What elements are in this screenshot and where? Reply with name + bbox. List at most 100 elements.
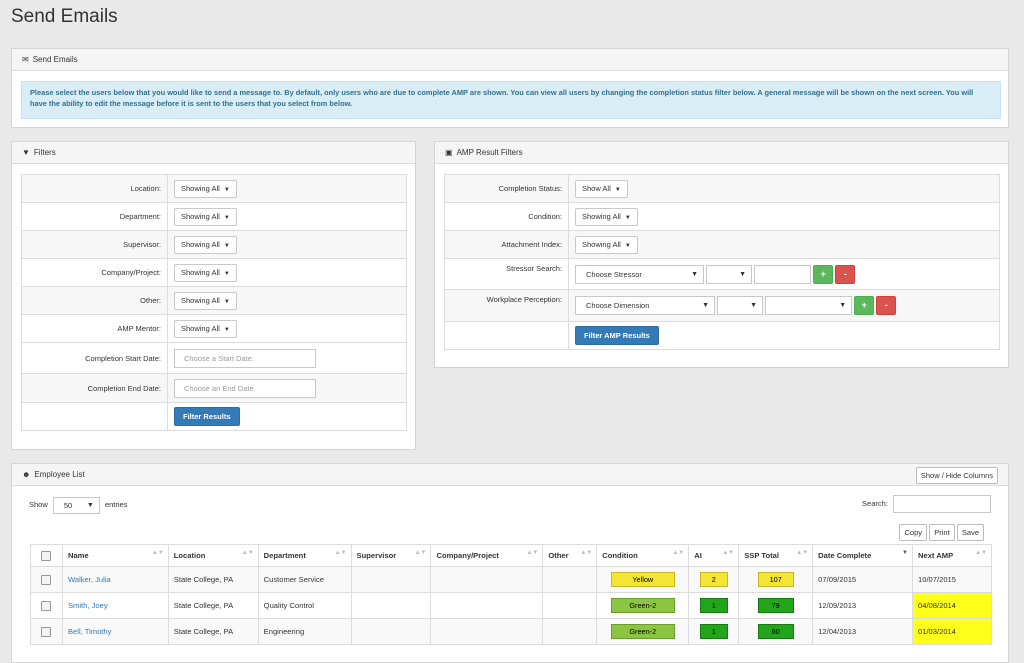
column-date-label: Date Complete <box>818 551 872 560</box>
stressor-select[interactable]: Choose Stressor ▼ <box>575 264 704 284</box>
condition-dropdown[interactable]: Showing All ▼ <box>575 207 638 226</box>
chevron-down-icon: ▼ <box>750 302 758 309</box>
ai-badge: 2 <box>699 572 728 587</box>
sort-icon: ▲▼ <box>975 550 987 556</box>
sort-icon: ▲▼ <box>722 550 735 556</box>
column-header-ai[interactable]: AI ▲▼ <box>688 544 740 567</box>
copy-button[interactable]: Copy <box>899 524 927 541</box>
amp-filters-panel: ▣ AMP Result Filters Completion Status: S… <box>434 141 1009 368</box>
filter-dropdown-department[interactable]: Showing All ▼ <box>174 207 237 226</box>
next-amp-cell: 01/03/2014 <box>912 618 992 645</box>
sort-icon: ▲▼ <box>526 550 539 556</box>
location-cell: State College, PA <box>167 618 259 645</box>
save-button[interactable]: Save <box>956 524 984 541</box>
employee-name-link[interactable]: Bell, Timothy <box>68 627 111 636</box>
envelope-icon: ✉ <box>22 55 29 64</box>
attachment-index-label: Attachment Index: <box>444 230 569 259</box>
stressor-value-input[interactable] <box>754 264 812 284</box>
entries-select[interactable]: 50 ▼ <box>52 496 100 514</box>
column-header-company[interactable]: Company/Project ▲▼ <box>430 544 544 567</box>
column-department-label: Department <box>263 551 306 560</box>
location-cell: State College, PA <box>167 592 259 619</box>
attachment-index-dropdown[interactable]: Showing All ▼ <box>575 235 638 254</box>
show-hide-columns-button[interactable]: Show / Hide Columns <box>915 467 998 484</box>
employee-name-link[interactable]: Walker, Julia <box>68 575 111 584</box>
ssp-badge: 107 <box>757 572 794 587</box>
column-header-other[interactable]: Other ▲▼ <box>542 544 598 567</box>
amp-filters-heading: ▣ AMP Result Filters <box>435 142 1008 164</box>
dimension-select[interactable]: Choose Dimension ▼ <box>575 296 715 315</box>
filter-amp-results-button[interactable]: Filter AMP Results <box>575 326 659 345</box>
filter-row: Location: Showing All ▼ <box>21 174 407 203</box>
employee-name-link[interactable]: Smith, Joey <box>68 601 108 610</box>
stressor-search-label: Stressor Search: <box>444 258 569 290</box>
filters-panel: ▼ Filters Location: Showing All ▼ Departmen… <box>11 141 416 450</box>
column-header-supervisor[interactable]: Supervisor ▲▼ <box>350 544 432 567</box>
print-button[interactable]: Print <box>929 524 955 541</box>
users-icon: ☻ <box>22 470 31 479</box>
filter-row: Department: Showing All ▼ <box>21 202 407 231</box>
perception-operator-select[interactable]: ▼ <box>717 296 764 315</box>
sort-icon: ▲▼ <box>414 550 427 556</box>
employee-table: Name ▲▼ Location ▲▼ Department ▲▼ Superviso… <box>30 544 992 645</box>
filters-table: Location: Showing All ▼ Department: Showing… <box>21 174 407 431</box>
search-input[interactable] <box>893 495 991 514</box>
chevron-down-icon: ▼ <box>691 270 698 278</box>
stressor-operator-select[interactable]: ▼ <box>706 264 753 284</box>
filter-dropdown-other[interactable]: Showing All ▼ <box>174 291 237 310</box>
column-header-ssp-total[interactable]: SSP Total ▲▼ <box>738 544 814 567</box>
other-cell <box>542 566 598 593</box>
column-condition-label: Condition <box>602 551 638 560</box>
filter-dropdown-location[interactable]: Showing All ▼ <box>174 179 237 198</box>
filter-results-button[interactable]: Filter Results <box>174 407 240 426</box>
stressor-add-button[interactable]: + <box>813 264 834 284</box>
chevron-down-icon: ▼ <box>702 302 709 309</box>
date-complete-cell: 07/09/2015 <box>812 566 913 593</box>
stressor-remove-button[interactable]: - <box>835 264 856 284</box>
select-all-checkbox[interactable] <box>41 550 52 561</box>
row-checkbox[interactable] <box>41 600 52 611</box>
row-checkbox[interactable] <box>41 626 52 637</box>
location-cell: State College, PA <box>167 566 259 593</box>
perception-add-button[interactable]: + <box>854 296 875 315</box>
column-ai-label: AI <box>694 551 702 560</box>
perception-value-select[interactable]: ▼ <box>765 296 853 315</box>
caret-down-icon: ▼ <box>223 326 230 333</box>
perception-remove-button[interactable]: - <box>876 296 897 315</box>
employee-list-panel: ☻ Employee List Show / Hide Columns Show … <box>11 463 1009 663</box>
caret-down-icon: ▼ <box>614 186 621 193</box>
filters-heading: ▼ Filters <box>12 142 415 164</box>
ai-badge: 1 <box>699 598 728 613</box>
table-row[interactable]: Bell, Timothy State College, PA Engineerin… <box>30 618 992 645</box>
workplace-perception-label: Workplace Perception: <box>444 289 569 322</box>
other-cell <box>542 618 598 645</box>
filter-value: Showing All <box>181 211 220 221</box>
table-row[interactable]: Smith, Joey State College, PA Quality Cont… <box>30 592 992 619</box>
completion-status-dropdown[interactable]: Show All ▼ <box>575 179 628 198</box>
start-date-input[interactable]: Choose a Start Date. <box>174 348 316 368</box>
chevron-down-icon: ▼ <box>839 302 847 309</box>
filter-value: Showing All <box>181 183 220 193</box>
caret-down-icon: ▼ <box>624 242 631 249</box>
column-header-next-amp[interactable]: Next AMP ▲▼ <box>912 544 992 567</box>
column-header-name[interactable]: Name ▲▼ <box>61 544 169 567</box>
filter-dropdown-ampmentor[interactable]: Showing All ▼ <box>174 319 237 338</box>
filter-row: AMP Mentor: Showing All ▼ <box>21 314 407 343</box>
column-header-location[interactable]: Location ▲▼ <box>167 544 259 567</box>
date-complete-cell: 12/09/2013 <box>812 592 913 619</box>
column-header-department[interactable]: Department ▲▼ <box>257 544 352 567</box>
filter-dropdown-companyproject[interactable]: Showing All ▼ <box>174 263 237 282</box>
dimension-select-value: Choose Dimension <box>586 301 650 310</box>
filter-icon: ▼ <box>22 148 30 157</box>
row-checkbox[interactable] <box>41 574 52 585</box>
table-row[interactable]: Walker, Julia State College, PA Customer S… <box>30 566 992 593</box>
show-label: Show <box>29 500 48 509</box>
select-all-header <box>30 544 63 567</box>
column-header-condition[interactable]: Condition ▲▼ <box>596 544 690 567</box>
filter-value: Showing All <box>181 295 220 305</box>
filter-label-ampmentor: AMP Mentor: <box>21 314 168 343</box>
end-date-input[interactable]: Choose an End Date. <box>174 378 316 398</box>
filter-dropdown-supervisor[interactable]: Showing All ▼ <box>174 235 237 254</box>
search-control: Search: <box>862 495 991 514</box>
column-header-date-complete[interactable]: Date Complete ▼ <box>812 544 913 567</box>
